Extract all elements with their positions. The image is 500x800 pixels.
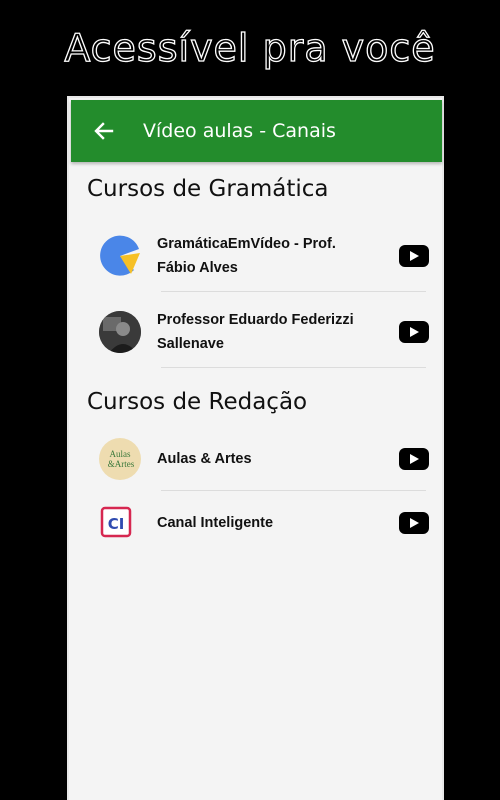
arrow-left-icon: [94, 122, 114, 140]
channel-logo-gramatica-em-video: [99, 235, 141, 277]
channel-row-gramatica-em-video[interactable]: GramáticaEmVídeo - Prof. Fábio Alves: [99, 232, 429, 280]
divider: [161, 490, 426, 491]
youtube-play-button[interactable]: [399, 448, 429, 470]
youtube-play-icon: [410, 327, 419, 337]
back-button[interactable]: [91, 118, 117, 144]
channel-name: Aulas & Artes: [157, 451, 252, 467]
svg-text:&Artes: &Artes: [108, 459, 135, 469]
youtube-play-icon: [410, 251, 419, 261]
youtube-play-icon: [410, 518, 419, 528]
divider: [161, 291, 426, 292]
channel-row-aulas-artes[interactable]: Aulas &Artes Aulas & Artes: [99, 438, 429, 480]
youtube-play-button[interactable]: [399, 512, 429, 534]
section-title-redacao: Cursos de Redação: [87, 389, 308, 415]
channel-name: GramáticaEmVídeo - Prof. Fábio Alves: [157, 236, 336, 276]
section-title-gramatica: Cursos de Gramática: [87, 176, 329, 202]
channel-row-canal-inteligente[interactable]: CI Canal Inteligente: [99, 502, 429, 544]
svg-text:Aulas: Aulas: [110, 449, 131, 459]
youtube-play-icon: [410, 454, 419, 464]
app-bar: Vídeo aulas - Canais: [71, 100, 442, 162]
divider: [161, 367, 426, 368]
app-bar-title: Vídeo aulas - Canais: [143, 120, 336, 142]
youtube-play-button[interactable]: [399, 321, 429, 343]
phone-screen: Vídeo aulas - Canais Cursos de Gramática…: [67, 96, 444, 800]
channel-row-eduardo-federizzi[interactable]: Professor Eduardo Federizzi Sallenave: [99, 308, 429, 356]
channel-logo-aulas-artes: Aulas &Artes: [99, 438, 141, 480]
channel-avatar-eduardo-federizzi: [99, 311, 141, 353]
channel-name: Canal Inteligente: [157, 515, 274, 531]
youtube-play-button[interactable]: [399, 245, 429, 267]
svg-text:CI: CI: [108, 515, 125, 533]
channel-name: Professor Eduardo Federizzi Sallenave: [157, 312, 354, 352]
channel-logo-canal-inteligente: CI: [99, 502, 141, 544]
promo-headline: Acessível pra você: [64, 25, 436, 70]
